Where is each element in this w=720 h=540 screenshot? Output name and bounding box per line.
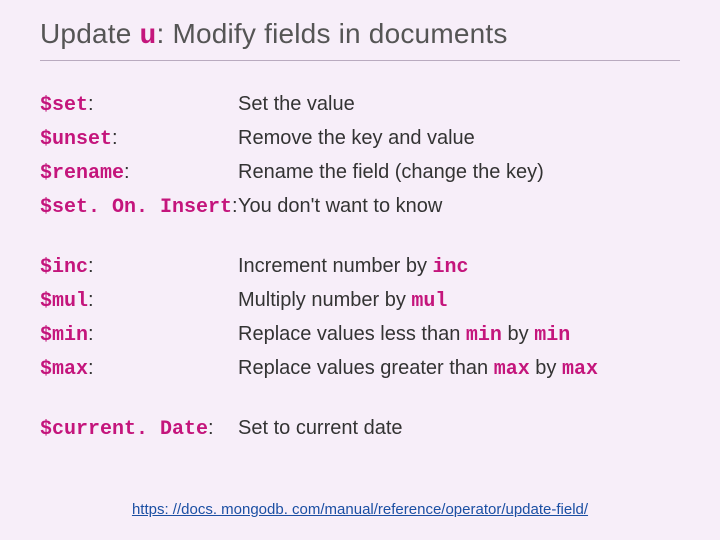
title-pre: Update (40, 18, 139, 49)
inline-code: inc (433, 256, 469, 279)
operator-label: $current. Date (40, 418, 208, 441)
inline-code: max (494, 358, 530, 381)
description-text: Increment number by (238, 255, 433, 277)
colon: : (208, 417, 214, 439)
docs-link[interactable]: https: //docs. mongodb. com/manual/refer… (132, 501, 588, 518)
operator-label: $max (40, 358, 88, 381)
operator-description: Replace values less than min by min (238, 319, 680, 351)
description-text: Set the value (238, 93, 355, 115)
operator-description: Remove the key and value (238, 123, 680, 155)
colon: : (88, 323, 94, 345)
description-text: You don't want to know (238, 195, 442, 217)
title-post: : Modify fields in documents (156, 18, 507, 49)
operator-groups: $set: Set the value $unset: Remove the key … (40, 89, 680, 445)
operator-name: $mul: (40, 285, 232, 317)
operator-name: $unset: (40, 123, 232, 155)
inline-code: max (562, 358, 598, 381)
footer-link-container: https: //docs. mongodb. com/manual/refer… (0, 501, 720, 518)
operator-label: $unset (40, 128, 112, 151)
operator-name: $min: (40, 319, 232, 351)
operator-description: Set to current date (238, 413, 680, 445)
colon: : (124, 161, 130, 183)
operator-description: Replace values greater than max by max (238, 353, 680, 385)
colon: : (88, 357, 94, 379)
inline-code: min (466, 324, 502, 347)
operator-label: $min (40, 324, 88, 347)
colon: : (88, 93, 94, 115)
operator-name: $max: (40, 353, 232, 385)
description-text: Replace values greater than (238, 357, 494, 379)
operator-group: $inc:Increment number by inc$mul:Multipl… (40, 251, 680, 385)
operator-group: $current. Date: Set to current date (40, 413, 680, 445)
description-text: Rename the field (change the key) (238, 161, 544, 183)
description-text: by (502, 323, 534, 345)
colon: : (88, 289, 94, 311)
operator-label: $set. On. Insert (40, 196, 232, 219)
colon: : (112, 127, 118, 149)
colon: : (88, 255, 94, 277)
operator-name: $current. Date: (40, 413, 232, 445)
operator-label: $rename (40, 162, 124, 185)
inline-code: mul (411, 290, 447, 313)
operator-description: Set the value (238, 89, 680, 121)
description-text: Set to current date (238, 417, 403, 439)
operator-label: $mul (40, 290, 88, 313)
description-text: by (530, 357, 562, 379)
description-text: Remove the key and value (238, 127, 475, 149)
operator-description: You don't want to know (238, 191, 680, 223)
description-text: Multiply number by (238, 289, 411, 311)
operator-group: $set: Set the value $unset: Remove the key … (40, 89, 680, 223)
operator-label: $set (40, 94, 88, 117)
operator-name: $set. On. Insert: (40, 191, 232, 223)
inline-code: min (534, 324, 570, 347)
operator-description: Increment number by inc (238, 251, 680, 283)
colon: : (232, 195, 238, 217)
title-code: u (139, 21, 156, 52)
slide-title: Update u: Modify fields in documents (40, 18, 680, 61)
operator-name: $rename: (40, 157, 232, 189)
operator-label: $inc (40, 256, 88, 279)
operator-description: Rename the field (change the key) (238, 157, 680, 189)
description-text: Replace values less than (238, 323, 466, 345)
operator-name: $set: (40, 89, 232, 121)
slide: Update u: Modify fields in documents $se… (0, 0, 720, 540)
operator-name: $inc: (40, 251, 232, 283)
operator-description: Multiply number by mul (238, 285, 680, 317)
